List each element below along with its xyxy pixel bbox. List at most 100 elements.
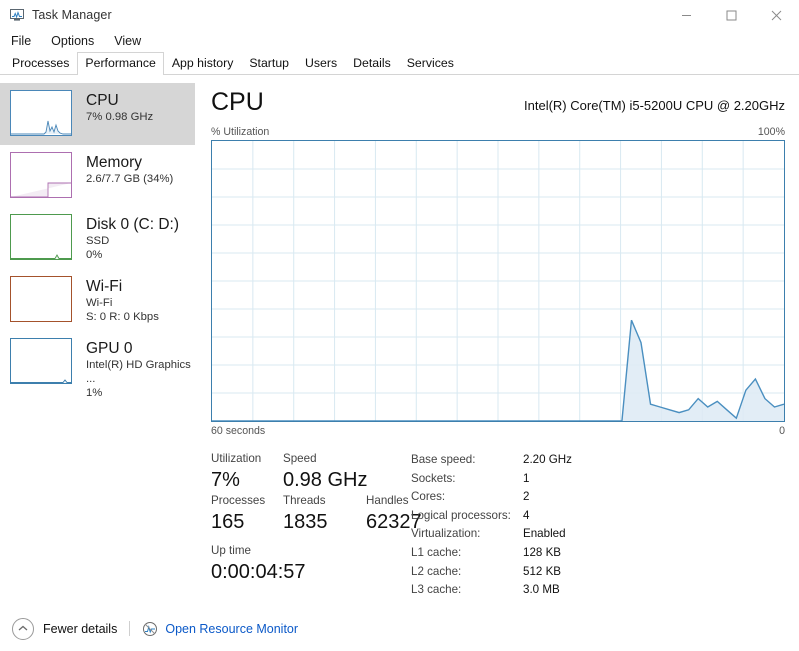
utilization-label: Utilization (211, 452, 262, 465)
sidebar-wifi-title: Wi-Fi (86, 278, 123, 295)
speed-label: Speed (283, 452, 317, 465)
sidebar-item-memory[interactable]: Memory 2.6/7.7 GB (34%) (0, 145, 195, 207)
stats-row-2: Processes 165 Threads 1835 Handles 62327 (211, 493, 422, 535)
cpu-thumbnail-graph (10, 90, 72, 136)
memory-labels: Memory 2.6/7.7 GB (34%) (86, 152, 173, 186)
maximize-button[interactable] (709, 0, 754, 30)
spec-base-speed-value: 2.20 GHz (523, 453, 572, 466)
gpu-thumbnail-graph (10, 338, 72, 384)
stat-processes: Processes 165 (211, 493, 283, 535)
spec-l2-cache-key: L2 cache: (411, 564, 462, 578)
menu-view[interactable]: View (111, 33, 144, 49)
spec-sockets-key: Sockets: (411, 471, 456, 485)
sidebar-cpu-sub: 7% 0.98 GHz (86, 111, 154, 123)
sidebar-item-disk-0[interactable]: Disk 0 (C: D:) SSD 0% (0, 207, 195, 269)
spec-l1-cache-value: 128 KB (523, 545, 562, 559)
spec-sockets: Sockets: 1 (411, 470, 785, 489)
content-area: CPU 7% 0.98 GHz Memory 2.6/7.7 GB (34%) (0, 75, 799, 606)
resource-monitor-icon (142, 621, 158, 637)
wifi-labels: Wi-Fi Wi-Fi S: 0 R: 0 Kbps (86, 276, 159, 324)
sidebar-item-cpu[interactable]: CPU 7% 0.98 GHz (0, 83, 195, 145)
fewer-details-button[interactable]: Fewer details (12, 617, 118, 640)
sidebar-wifi-sub1: Wi-Fi (86, 297, 113, 309)
graph-x-axis-end: 0 (779, 425, 785, 437)
sidebar-memory-sub: 2.6/7.7 GB (34%) (86, 173, 174, 185)
sidebar-gpu-sub2: 1% (86, 387, 103, 399)
spec-l3-cache-value: 3.0 MB (523, 583, 560, 597)
spec-sockets-value: 1 (523, 471, 530, 485)
gpu-labels: GPU 0 Intel(R) HD Graphics ... 1% (86, 338, 195, 400)
spec-cores-key: Cores: (411, 490, 446, 504)
sidebar-disk-sub2: 0% (86, 249, 103, 261)
open-resource-monitor-label: Open Resource Monitor (165, 621, 299, 636)
tab-strip: Processes Performance App history Startu… (0, 52, 799, 75)
performance-detail-pane: CPU Intel(R) Core(TM) i5-5200U CPU @ 2.2… (195, 75, 799, 606)
memory-thumbnail-graph (10, 152, 72, 198)
spec-virtualization: Virtualization: Enabled (411, 525, 785, 544)
spec-cores: Cores: 2 (411, 488, 785, 507)
stat-uptime: Up time 0:00:04:57 (211, 543, 306, 585)
spec-base-speed-key: Base speed: (411, 453, 476, 466)
sidebar-wifi-sub2: S: 0 R: 0 Kbps (86, 311, 159, 323)
menu-bar: File Options View (0, 30, 799, 52)
sidebar-item-wifi[interactable]: Wi-Fi Wi-Fi S: 0 R: 0 Kbps (0, 269, 195, 331)
tab-performance[interactable]: Performance (77, 52, 164, 75)
spec-logical-processors-key: Logical processors: (411, 508, 511, 522)
cpu-specs: Base speed: 2.20 GHz Sockets: 1 Cores: 2… (411, 451, 785, 600)
graph-x-axis-label: 60 seconds (211, 425, 266, 437)
chevron-up-icon (12, 617, 34, 640)
spec-l3-cache: L3 cache: 3.0 MB (411, 581, 785, 600)
stat-threads: Threads 1835 (283, 493, 366, 535)
cpu-labels: CPU 7% 0.98 GHz (86, 90, 153, 124)
close-button[interactable] (754, 0, 799, 30)
footer-divider (129, 621, 131, 636)
spec-l2-cache-value: 512 KB (523, 564, 562, 578)
graph-top-axis: % Utilization 100% (211, 126, 785, 138)
sidebar-cpu-title: CPU (86, 92, 119, 109)
graph-bottom-axis: 60 seconds 0 (211, 425, 785, 437)
stat-utilization: Utilization 7% (211, 451, 283, 493)
disk-labels: Disk 0 (C: D:) SSD 0% (86, 214, 179, 262)
open-resource-monitor-button[interactable]: Open Resource Monitor (142, 621, 298, 637)
cpu-chart-svg (212, 141, 784, 421)
threads-value: 1835 (283, 511, 328, 533)
menu-options[interactable]: Options (48, 33, 97, 49)
graph-y-axis-max: 100% (757, 126, 785, 138)
sidebar-gpu-sub1: Intel(R) HD Graphics ... (86, 359, 191, 385)
task-manager-window: Task Manager File Options View Processes… (0, 0, 799, 650)
spec-l3-cache-key: L3 cache: (411, 583, 462, 597)
sidebar-disk-sub1: SSD (86, 235, 110, 247)
window-controls (664, 0, 799, 30)
page-title: CPU (211, 88, 264, 116)
minimize-button[interactable] (664, 0, 709, 30)
spec-logical-processors-value: 4 (523, 508, 530, 522)
tab-details[interactable]: Details (345, 52, 399, 74)
sidebar-item-gpu-0[interactable]: GPU 0 Intel(R) HD Graphics ... 1% (0, 331, 195, 399)
title-bar: Task Manager (0, 0, 799, 30)
wifi-thumbnail-graph (10, 276, 72, 322)
cpu-utilization-graph[interactable] (211, 140, 785, 422)
uptime-label: Up time (211, 544, 251, 557)
stats-row-3: Up time 0:00:04:57 (211, 543, 411, 585)
tab-processes[interactable]: Processes (4, 52, 77, 74)
tab-startup[interactable]: Startup (241, 52, 297, 74)
stats-row-1: Utilization 7% Speed 0.98 GHz (211, 451, 411, 493)
spec-virtualization-value: Enabled (523, 527, 566, 541)
spec-l2-cache: L2 cache: 512 KB (411, 563, 785, 582)
utilization-value: 7% (211, 469, 240, 491)
cpu-stats: Utilization 7% Speed 0.98 GHz Processes … (211, 451, 785, 600)
tab-app-history[interactable]: App history (164, 52, 242, 74)
sidebar-disk-title: Disk 0 (C: D:) (86, 216, 179, 233)
tab-users[interactable]: Users (297, 52, 345, 74)
spec-cores-value: 2 (523, 490, 530, 504)
fewer-details-label: Fewer details (43, 621, 118, 636)
speed-value: 0.98 GHz (283, 469, 368, 491)
cpu-model: Intel(R) Core(TM) i5-5200U CPU @ 2.20GHz (524, 98, 785, 113)
menu-file[interactable]: File (8, 33, 34, 49)
uptime-value: 0:00:04:57 (211, 561, 306, 583)
cpu-stats-left: Utilization 7% Speed 0.98 GHz Processes … (211, 451, 422, 600)
processes-value: 165 (211, 511, 245, 533)
graph-y-axis-label: % Utilization (211, 126, 270, 138)
spec-l1-cache-key: L1 cache: (411, 545, 462, 559)
tab-services[interactable]: Services (399, 52, 462, 74)
